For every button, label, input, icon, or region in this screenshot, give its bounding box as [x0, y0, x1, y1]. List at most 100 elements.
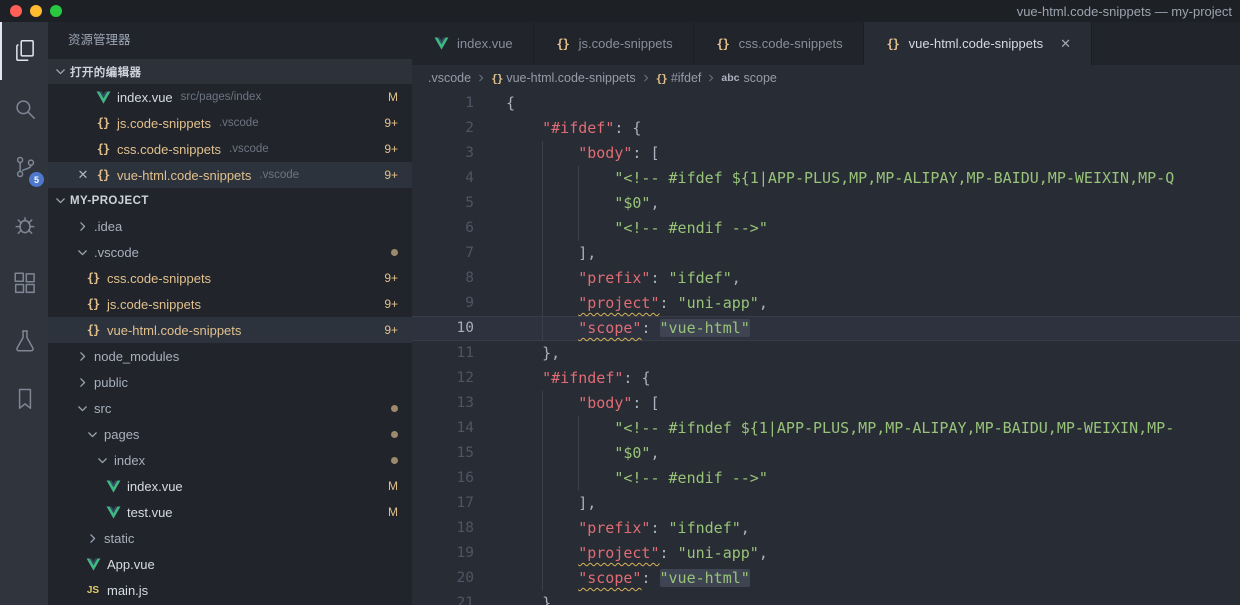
tree-item-file[interactable]: test.vueM [48, 499, 412, 525]
tree-item-file[interactable]: App.vue [48, 551, 412, 577]
breadcrumb-item[interactable]: {}#ifdef [656, 71, 702, 85]
js-file-icon: JS [84, 585, 102, 596]
indent-guide [578, 166, 614, 191]
indent-guide [506, 491, 542, 516]
indent-guide [506, 266, 542, 291]
modified-dot-indicator [391, 431, 398, 438]
breadcrumb-item[interactable]: abcscope [721, 71, 776, 85]
close-window-button[interactable] [10, 5, 22, 17]
open-editor-item[interactable]: {}css.code-snippets.vscode9+ [48, 136, 412, 162]
activity-item-explorer[interactable] [0, 22, 48, 80]
code-line[interactable]: 1{ [412, 91, 1240, 116]
tree-item-folder[interactable]: src [48, 395, 412, 421]
chevron-right-icon [76, 376, 89, 389]
open-editor-item[interactable]: index.vuesrc/pages/indexM [48, 84, 412, 110]
indent-guide [542, 241, 578, 266]
code-line[interactable]: 15 "$0", [412, 441, 1240, 466]
tree-item-folder[interactable]: pages [48, 421, 412, 447]
json-braces-icon: {} [94, 142, 112, 156]
tree-item-folder[interactable]: .idea [48, 213, 412, 239]
editor-tab[interactable]: {}js.code-snippets [534, 22, 694, 65]
open-editor-item[interactable]: {}js.code-snippets.vscode9+ [48, 110, 412, 136]
breadcrumb-item[interactable]: .vscode [428, 71, 471, 85]
code-line[interactable]: 9 "project": "uni-app", [412, 291, 1240, 316]
code-line[interactable]: 4 "<!-- #ifdef ${1|APP-PLUS,MP,MP-ALIPAY… [412, 166, 1240, 191]
editor-tab-bar: index.vue{}js.code-snippets{}css.code-sn… [412, 22, 1240, 65]
minimize-window-button[interactable] [30, 5, 42, 17]
decoration-badge: M [388, 505, 398, 519]
code-line[interactable]: 18 "prefix": "ifndef", [412, 516, 1240, 541]
code-line[interactable]: 20 "scope": "vue-html" [412, 566, 1240, 591]
tab-label: vue-html.code-snippets [909, 36, 1043, 51]
activity-item-extensions[interactable] [0, 254, 48, 312]
tree-item-file[interactable]: {}css.code-snippets9+ [48, 265, 412, 291]
tree-item-folder[interactable]: public [48, 369, 412, 395]
editor-tab[interactable]: {}css.code-snippets [694, 22, 864, 65]
breadcrumb-item[interactable]: {}vue-html.code-snippets [491, 71, 635, 85]
code-line[interactable]: 11 }, [412, 341, 1240, 366]
code-line[interactable]: 6 "<!-- #endif -->" [412, 216, 1240, 241]
code-line[interactable]: 7 ], [412, 241, 1240, 266]
indent-guide [506, 216, 542, 241]
open-editors-section-header[interactable]: 打开的编辑器 [48, 59, 412, 84]
activity-item-bookmarks[interactable] [0, 370, 48, 428]
code-line[interactable]: 8 "prefix": "ifdef", [412, 266, 1240, 291]
zoom-window-button[interactable] [50, 5, 62, 17]
tree-item-file[interactable]: JSmain.js [48, 577, 412, 603]
indent-guide [506, 391, 542, 416]
activity-item-debug[interactable] [0, 196, 48, 254]
activity-item-test[interactable] [0, 312, 48, 370]
tree-item-file[interactable]: {}vue-html.code-snippets9+ [48, 317, 412, 343]
vue-file-icon [94, 91, 112, 104]
tree-item-file[interactable]: {}js.code-snippets9+ [48, 291, 412, 317]
line-number: 17 [412, 491, 474, 516]
editor-tab[interactable]: index.vue [412, 22, 534, 65]
breadcrumb-separator-icon [706, 73, 716, 83]
code-line[interactable]: 10 "scope": "vue-html" [412, 316, 1240, 341]
code-line[interactable]: 2 "#ifdef": { [412, 116, 1240, 141]
tree-item-folder[interactable]: static [48, 525, 412, 551]
indent-guide [542, 416, 578, 441]
tree-item-folder[interactable]: index [48, 447, 412, 473]
indent-guide [542, 191, 578, 216]
code-line-content: "<!-- #endif -->" [474, 216, 768, 241]
code-line[interactable]: 14 "<!-- #ifndef ${1|APP-PLUS,MP,MP-ALIP… [412, 416, 1240, 441]
project-section-header[interactable]: MY-PROJECT [48, 188, 412, 213]
code-line[interactable]: 19 "project": "uni-app", [412, 541, 1240, 566]
indent-guide [578, 416, 614, 441]
code-token: "<!-- #endif -->" [614, 219, 768, 237]
tree-item-folder[interactable]: node_modules [48, 343, 412, 369]
open-editor-path: .vscode [229, 143, 269, 155]
code-line[interactable]: 17 ], [412, 491, 1240, 516]
breadcrumb-label: .vscode [428, 71, 471, 85]
close-editor-icon[interactable]: ✕ [72, 167, 94, 183]
activity-item-source-control[interactable]: 5 [0, 138, 48, 196]
tree-item-file[interactable]: index.vueM [48, 473, 412, 499]
code-editor[interactable]: 1{2 "#ifdef": {3 "body": [4 "<!-- #ifdef… [412, 91, 1240, 605]
code-token: , [650, 444, 659, 462]
activity-item-search[interactable] [0, 80, 48, 138]
code-token: "project" [578, 294, 659, 312]
line-number: 20 [412, 566, 474, 591]
code-token: : { [623, 369, 650, 387]
open-editor-item[interactable]: ✕{}vue-html.code-snippets.vscode9+ [48, 162, 412, 188]
code-line[interactable]: 13 "body": [ [412, 391, 1240, 416]
code-token: "scope" [578, 319, 641, 337]
tree-item-label: js.code-snippets [107, 297, 201, 312]
open-editor-name: css.code-snippets [117, 142, 221, 157]
code-line[interactable]: 16 "<!-- #endif -->" [412, 466, 1240, 491]
code-line[interactable]: 3 "body": [ [412, 141, 1240, 166]
code-token: "<!-- #ifndef ${1|APP-PLUS,MP,MP-ALIPAY,… [614, 419, 1174, 437]
tree-item-folder[interactable]: .vscode [48, 239, 412, 265]
indent-guide [542, 391, 578, 416]
close-tab-icon[interactable]: ✕ [1060, 36, 1071, 52]
code-line[interactable]: 5 "$0", [412, 191, 1240, 216]
editor-tab[interactable]: {}vue-html.code-snippets✕ [864, 22, 1092, 65]
chevron-down-icon [96, 454, 109, 467]
tree-item-label: .vscode [94, 245, 139, 260]
code-line[interactable]: 21 }, [412, 591, 1240, 605]
tree-item-label: index [114, 453, 145, 468]
code-line[interactable]: 12 "#ifndef": { [412, 366, 1240, 391]
tab-label: js.code-snippets [579, 36, 673, 51]
indent-guide [578, 441, 614, 466]
